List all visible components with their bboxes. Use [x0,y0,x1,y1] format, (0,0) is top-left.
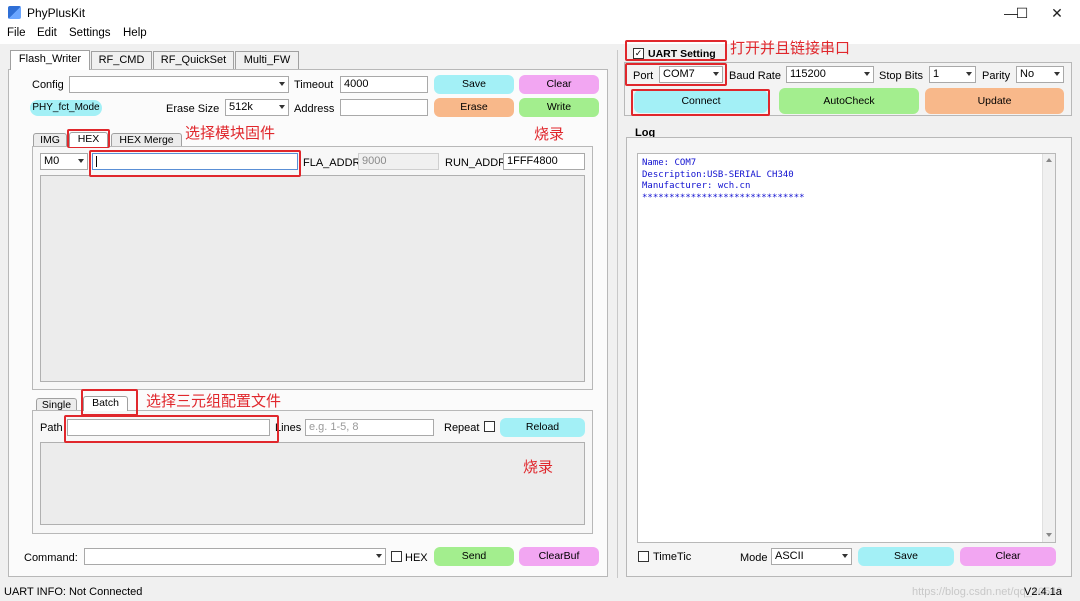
command-input[interactable] [84,548,386,565]
repeat-label: Repeat [444,422,480,434]
chevron-down-icon [279,82,285,86]
timeout-label: Timeout [294,79,334,91]
menu-edit[interactable]: Edit [37,27,57,39]
uart-info-status: UART INFO: Not Connected [4,586,143,598]
batch-path-input[interactable] [67,419,270,436]
stop-bits-select[interactable]: 1 [929,66,976,83]
core-select[interactable]: M0 [40,153,88,170]
scroll-down-icon [1046,533,1052,537]
menu-help[interactable]: Help [123,27,147,39]
title-bar: PhyPlusKit — ☐ ✕ [0,0,1080,26]
reload-button[interactable]: Reload [500,418,585,437]
lines-label: Lines [275,422,302,434]
repeat-checkbox[interactable] [484,421,495,432]
annotation-open-uart: 打开并且链接串口 [730,39,851,57]
log-line: ****************************** [642,192,805,203]
tab-rf-quickset[interactable]: RF_QuickSet [153,51,234,69]
close-icon: ✕ [1051,5,1063,21]
tab-batch[interactable]: Batch [83,396,128,411]
annotation-select-firmware: 选择模块固件 [185,124,276,142]
run-addr-input[interactable]: 1FFF4800 [503,153,585,170]
mode-label: Mode [740,552,768,564]
parity-select[interactable]: No [1016,66,1064,83]
log-line: Name: COM7 [642,158,697,168]
port-label: Port [633,70,654,82]
panel-divider [617,50,618,578]
stop-bits-label: Stop Bits [879,70,924,82]
run-addr-label: RUN_ADDR [445,157,507,169]
command-label: Command: [24,552,78,564]
port-select[interactable]: COM7 [659,66,723,83]
uart-setting-checkbox[interactable]: ✓ [633,48,644,59]
fla-addr-label: FLA_ADDR [303,157,361,169]
log-output[interactable]: Name: COM7 Description:USB-SERIAL CH340 … [637,153,1056,543]
clearbuf-button[interactable]: ClearBuf [519,547,599,566]
baud-rate-label: Baud Rate [729,70,781,82]
chevron-down-icon [376,554,382,558]
chevron-down-icon [864,72,870,76]
parity-label: Parity [982,70,1011,82]
fla-addr-input[interactable]: 9000 [358,153,439,170]
lines-input[interactable]: e.g. 1-5, 8 [305,419,434,436]
clear-log-button[interactable]: Clear [960,547,1056,566]
path-label: Path [40,422,63,434]
hex-file-list[interactable] [40,175,585,382]
text-cursor [96,155,97,167]
log-scrollbar[interactable] [1042,154,1055,542]
mode-chip[interactable]: PHY_fct_Mode [30,100,102,116]
clear-config-button[interactable]: Clear [519,75,599,94]
window-title: PhyPlusKit [27,6,86,20]
write-button[interactable]: Write [519,98,599,117]
log-line: Description:USB-SERIAL CH340 [642,169,794,180]
tab-img[interactable]: IMG [33,133,67,147]
version-label: V2.4.1a [1024,586,1062,598]
maximize-icon: ☐ [1015,5,1029,21]
menu-file[interactable]: File [7,27,26,39]
chevron-down-icon [713,72,719,76]
erase-button[interactable]: Erase [434,98,514,117]
erase-size-select[interactable]: 512k [225,99,289,116]
hex-checkbox[interactable] [391,551,402,562]
timetic-checkbox[interactable] [638,551,649,562]
chevron-down-icon [78,159,84,163]
connect-button[interactable]: Connect [634,90,768,113]
tab-hex[interactable]: HEX [69,132,108,147]
annotation-select-triple: 选择三元组配置文件 [146,392,282,410]
autocheck-button[interactable]: AutoCheck [779,88,919,114]
app-icon [8,6,21,19]
chevron-down-icon [842,554,848,558]
timeout-input[interactable]: 4000 [340,76,428,93]
chevron-down-icon [1054,72,1060,76]
chevron-down-icon [279,105,285,109]
menu-settings[interactable]: Settings [69,27,111,39]
annotation-burn-bottom: 烧录 [523,458,554,476]
annotation-burn-top: 烧录 [534,125,565,143]
hex-file-input[interactable] [92,153,298,170]
timetic-label: TimeTic [653,551,692,563]
send-button[interactable]: Send [434,547,514,566]
close-button[interactable]: ✕ [1034,0,1080,26]
tab-hex-merge[interactable]: HEX Merge [111,133,182,147]
config-label: Config [32,79,64,91]
scroll-up-icon [1046,158,1052,162]
baud-rate-select[interactable]: 115200 [786,66,874,83]
update-button[interactable]: Update [925,88,1064,114]
menu-bar: File Edit Settings Help [0,26,1080,44]
status-bar: UART INFO: Not Connected https://blog.cs… [0,584,1080,601]
tab-multi-fw[interactable]: Multi_FW [235,51,299,69]
uart-setting-label: UART Setting [648,48,716,60]
hex-checkbox-label: HEX [405,552,428,564]
tab-flash-writer[interactable]: Flash_Writer [10,50,90,70]
mode-select[interactable]: ASCII [771,548,852,565]
address-label: Address [294,103,335,115]
batch-list[interactable] [40,442,585,525]
address-input[interactable] [340,99,428,116]
save-config-button[interactable]: Save [434,75,514,94]
config-select[interactable] [69,76,289,93]
erase-size-label: Erase Size [166,103,220,115]
log-line: Manufacturer: wch.cn [642,181,751,191]
save-log-button[interactable]: Save [858,547,954,566]
chevron-down-icon [966,72,972,76]
tab-rf-cmd[interactable]: RF_CMD [91,51,152,69]
